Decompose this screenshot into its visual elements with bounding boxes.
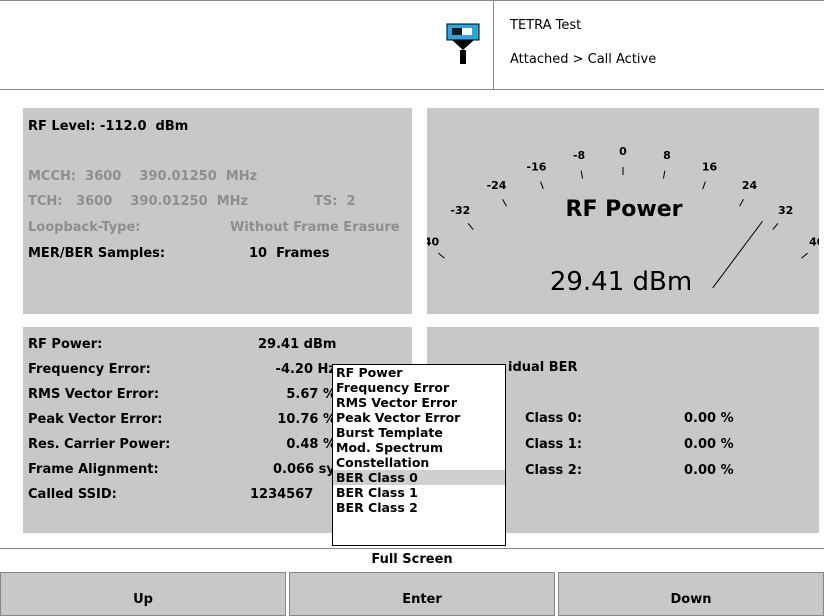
menu-item[interactable]: Peak Vector Error xyxy=(333,410,505,425)
meter-tick-label: -40 xyxy=(427,235,439,248)
mobile-station-icon xyxy=(446,23,480,64)
loopback-label: Loopback-Type: xyxy=(28,220,141,235)
ber-class1-label: Class 1: xyxy=(525,437,583,452)
meter-tick-label: 24 xyxy=(742,179,758,192)
result-label: Called SSID: xyxy=(28,487,117,502)
mcch-info: MCCH: 3600 390.01250 MHz xyxy=(28,169,258,184)
menu-item[interactable]: BER Class 1 xyxy=(333,485,505,500)
meter-tick-label: -16 xyxy=(527,160,547,173)
result-value: 0.48 % xyxy=(286,437,336,452)
menu-item[interactable]: BER Class 2 xyxy=(333,500,505,515)
menu-item[interactable]: Frequency Error xyxy=(333,380,505,395)
result-value: 10.76 % xyxy=(277,412,336,427)
header-bar: TETRA Test Attached > Call Active xyxy=(0,0,824,90)
meter-tick-label: -24 xyxy=(487,179,507,192)
result-label: RF Power: xyxy=(28,337,103,352)
meter-tick xyxy=(540,181,544,190)
meter-tick xyxy=(502,199,507,207)
result-value: 29.41 dBm xyxy=(258,337,337,352)
rf-level: RF Level: -112.0 dBm xyxy=(28,119,189,134)
meter-tick-label: -32 xyxy=(450,204,470,217)
result-value: 5.67 % xyxy=(286,387,336,402)
meter-tick-label: 32 xyxy=(778,204,793,217)
meter-tick xyxy=(739,199,744,207)
result-value: 0.066 sy xyxy=(273,462,335,477)
meter-tick xyxy=(467,223,474,230)
result-value: 1234567 xyxy=(250,487,314,502)
enter-button[interactable]: Enter xyxy=(289,572,555,616)
menu-item[interactable]: BER Class 0 xyxy=(333,470,505,485)
meter-needle xyxy=(712,221,763,289)
meter-readout: 29.41 dBm xyxy=(550,267,692,297)
result-label: RMS Vector Error: xyxy=(28,387,160,402)
rf-power-meter: -40 -32 -24 -16 -8 0 8 16 24 32 40 RF Power 29.41 … xyxy=(419,145,824,297)
meter-tick xyxy=(438,252,445,259)
down-button[interactable]: Down xyxy=(558,572,824,616)
up-button[interactable]: Up xyxy=(0,572,286,616)
full-screen-label[interactable]: Full Screen xyxy=(0,548,824,570)
ber-class0-value: 0.00 % xyxy=(684,411,734,426)
meter-tick xyxy=(772,223,779,230)
meter-tick-label: 16 xyxy=(702,160,718,173)
menu-item[interactable]: RMS Vector Error xyxy=(333,395,505,410)
ber-title: idual BER xyxy=(508,360,578,375)
meter-tick-label: 40 xyxy=(809,235,819,248)
measurement-menu[interactable]: RF Power Frequency Error RMS Vector Error P… xyxy=(332,364,506,546)
app-title: TETRA Test xyxy=(510,18,582,33)
meter-tick-label: -8 xyxy=(573,149,585,162)
menu-item[interactable]: Constellation xyxy=(333,455,505,470)
meter-tick xyxy=(801,252,808,259)
ber-class2-label: Class 2: xyxy=(525,463,583,478)
result-label: Peak Vector Error: xyxy=(28,412,163,427)
result-label: Res. Carrier Power: xyxy=(28,437,171,452)
result-label: Frame Alignment: xyxy=(28,462,159,477)
rf-power-meter-panel: -40 -32 -24 -16 -8 0 8 16 24 32 40 RF Power 29.41 … xyxy=(419,108,824,314)
menu-item[interactable]: Mod. Spectrum xyxy=(333,440,505,455)
meter-tick-label: 0 xyxy=(619,145,627,158)
menu-item[interactable]: Burst Template xyxy=(333,425,505,440)
timeslot-info: TS: 2 xyxy=(314,194,356,209)
result-label: Frequency Error: xyxy=(28,362,151,377)
meter-tick xyxy=(662,170,666,179)
samples-label: MER/BER Samples: xyxy=(28,246,166,261)
meter-label: RF Power xyxy=(566,197,683,222)
ber-class2-value: 0.00 % xyxy=(684,463,734,478)
result-value: -4.20 Hz xyxy=(275,362,336,377)
meter-tick xyxy=(702,181,706,190)
loopback-value: Without Frame Erasure xyxy=(230,220,400,235)
header-divider xyxy=(493,1,494,90)
info-panel: RF Level: -112.0 dBm MCCH: 3600 390.0125… xyxy=(23,108,412,314)
ber-class1-value: 0.00 % xyxy=(684,437,734,452)
samples-value: 10 Frames xyxy=(249,246,330,261)
meter-tick xyxy=(580,170,584,179)
connection-status: Attached > Call Active xyxy=(510,52,657,67)
ber-class0-label: Class 0: xyxy=(525,411,583,426)
tch-info: TCH: 3600 390.01250 MHz xyxy=(28,194,249,209)
meter-tick-label: 8 xyxy=(663,149,671,162)
menu-item[interactable]: RF Power xyxy=(333,365,505,380)
